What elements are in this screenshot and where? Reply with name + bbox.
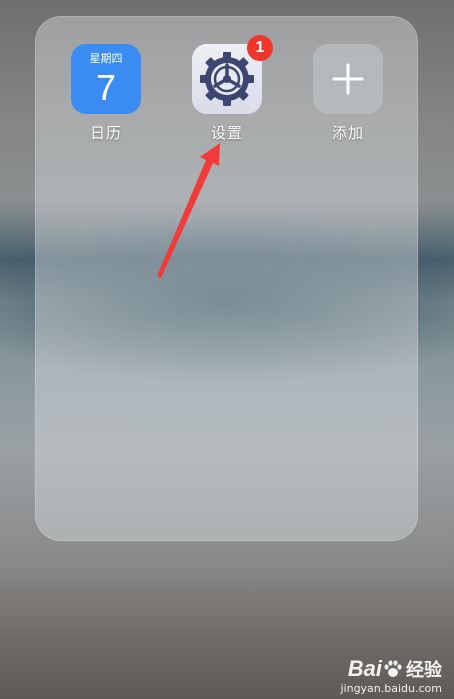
watermark-brand-left: Bai — [347, 656, 382, 681]
paw-icon — [384, 660, 402, 677]
arrow-icon — [157, 143, 220, 278]
watermark-url: jingyan.baidu.com — [340, 682, 442, 695]
watermark-logo: Bai 经验 — [340, 656, 442, 682]
watermark-brand-right: 经验 — [406, 660, 442, 681]
baidu-watermark: Bai 经验 jingyan.baidu.com — [340, 656, 442, 695]
